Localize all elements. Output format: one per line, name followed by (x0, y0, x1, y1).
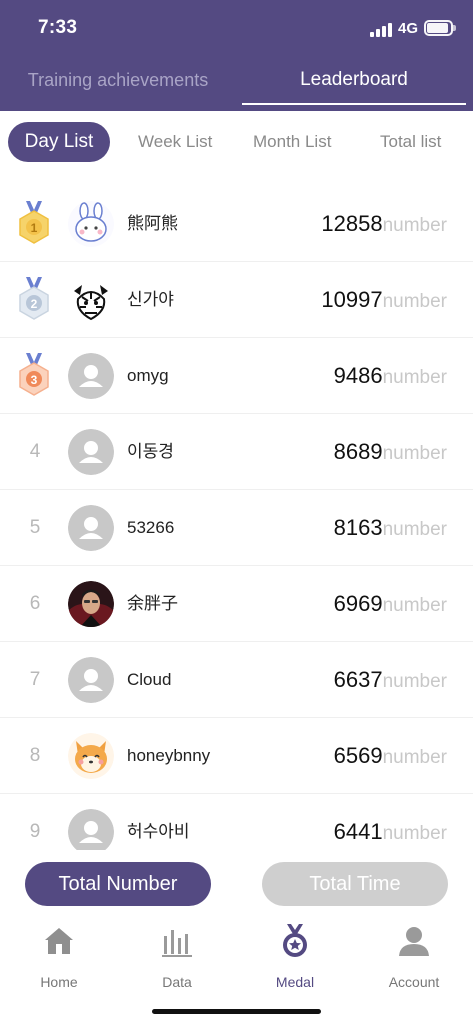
tabbar-label: Account (388, 974, 440, 990)
tabbar-data[interactable]: Data (118, 918, 236, 998)
tab-leaderboard[interactable]: Leaderboard (242, 58, 466, 106)
player-name: 余胖子 (127, 594, 178, 613)
leaderboard-row[interactable]: 9 허수아비 6441number (0, 794, 473, 850)
score-unit: number (382, 595, 447, 616)
player-name: honeybnny (127, 746, 211, 765)
bunny-avatar (68, 201, 114, 247)
player-score: 8689number (334, 414, 447, 490)
shiba-avatar (68, 733, 114, 779)
player-score: 6441number (334, 794, 447, 850)
default-avatar (68, 657, 114, 703)
network-type: 4G (398, 20, 419, 37)
score-value: 9486 (333, 363, 383, 388)
medal-icon (283, 924, 307, 957)
home-icon (45, 928, 73, 954)
score-unit: number (382, 215, 447, 236)
score-unit: number (382, 291, 447, 312)
medal-rank: 3 (31, 373, 38, 387)
gold-medal-icon: 1 (19, 201, 49, 244)
default-avatar (68, 505, 114, 551)
leaderboard-row[interactable]: 2 신가야 10997number (0, 262, 473, 338)
player-name: 53266 (127, 518, 175, 537)
score-unit: number (382, 519, 447, 540)
header: 7:33 4G Training achievements Leaderboar… (0, 0, 473, 111)
player-name: Cloud (127, 670, 172, 689)
bar-chart-icon (162, 930, 192, 957)
medal-rank: 1 (31, 221, 38, 235)
home-indicator[interactable] (152, 1009, 321, 1014)
player-score: 6637number (334, 642, 447, 718)
person-icon (399, 927, 429, 956)
score-unit: number (382, 367, 447, 388)
player-score: 10997number (321, 262, 447, 338)
player-name: 허수아비 (127, 822, 190, 841)
leaderboard-row[interactable]: 5 53266 8163number (0, 490, 473, 566)
tab-month-list[interactable]: Month List (253, 122, 331, 162)
score-value: 10997 (321, 287, 383, 312)
default-avatar (68, 809, 114, 850)
leaderboard-row[interactable]: 4 이동경 8689number (0, 414, 473, 490)
player-name: 熊阿熊 (127, 214, 178, 233)
rank-number: 6 (29, 593, 41, 614)
bronze-medal-icon: 3 (19, 353, 49, 396)
battery-icon (424, 20, 456, 36)
leaderboard-row[interactable]: 8 honeybnny 6569number (0, 718, 473, 794)
total-time-button[interactable]: Total Time (262, 862, 448, 906)
player-score: 6569number (334, 718, 447, 794)
default-avatar (68, 429, 114, 475)
tab-training-achievements[interactable]: Training achievements (0, 58, 236, 106)
player-score: 12858number (321, 186, 447, 262)
tabbar-label: Medal (275, 974, 315, 990)
tab-total-list[interactable]: Total list (380, 122, 441, 162)
score-value: 6637 (333, 667, 383, 692)
active-tab-indicator (242, 103, 466, 105)
tab-week-list[interactable]: Week List (138, 122, 212, 162)
rank-number: 4 (29, 441, 41, 462)
leaderboard-row[interactable]: 1 熊阿熊 12858number (0, 186, 473, 262)
medal-rank: 2 (31, 297, 38, 311)
tabbar-home[interactable]: Home (0, 918, 118, 998)
player-score: 8163number (334, 490, 447, 566)
rank-number: 5 (29, 517, 41, 538)
silver-medal-icon: 2 (19, 277, 49, 320)
signal-icon (370, 21, 394, 37)
tabbar-medal[interactable]: Medal (236, 918, 354, 998)
player-name: 이동경 (127, 442, 174, 461)
main-tabs: Training achievements Leaderboard (0, 58, 473, 111)
player-score: 9486number (334, 338, 447, 414)
total-number-button[interactable]: Total Number (25, 862, 211, 906)
player-score: 6969number (334, 566, 447, 642)
player-name: omyg (127, 366, 169, 385)
player-name: 신가야 (127, 290, 174, 309)
leaderboard-row[interactable]: 6 余胖子 6969number (0, 566, 473, 642)
status-bar: 7:33 4G (0, 0, 473, 58)
rank-number: 9 (29, 821, 41, 842)
score-value: 6969 (333, 591, 383, 616)
leaderboard-list[interactable]: 1 熊阿熊 12858number 2 신가야 10997number 3 om… (0, 186, 473, 850)
tabbar-label: Home (40, 974, 78, 990)
default-avatar (68, 353, 114, 399)
leaderboard-row[interactable]: 3 omyg 9486number (0, 338, 473, 414)
photo-avatar (68, 581, 114, 627)
score-value: 8689 (333, 439, 383, 464)
score-unit: number (382, 443, 447, 464)
sort-actions: Total Number Total Time (0, 862, 473, 908)
bottom-tabbar: Home Data Medal Account (0, 918, 473, 998)
leaderboard-row[interactable]: 7 Cloud 6637number (0, 642, 473, 718)
tiger-avatar (68, 277, 114, 323)
rank-number: 7 (29, 669, 41, 690)
score-value: 12858 (321, 211, 383, 236)
score-unit: number (382, 823, 447, 844)
rank-number: 8 (29, 745, 41, 766)
score-unit: number (382, 671, 447, 692)
tabbar-label: Data (162, 974, 192, 990)
score-value: 8163 (333, 515, 383, 540)
tab-day-list[interactable]: Day List (8, 122, 110, 162)
score-value: 6569 (333, 743, 383, 768)
status-time: 7:33 (38, 17, 78, 38)
tabbar-account[interactable]: Account (355, 918, 473, 998)
score-value: 6441 (333, 819, 383, 844)
score-unit: number (382, 747, 447, 768)
period-tabs: Day List Week List Month List Total list (0, 122, 473, 164)
